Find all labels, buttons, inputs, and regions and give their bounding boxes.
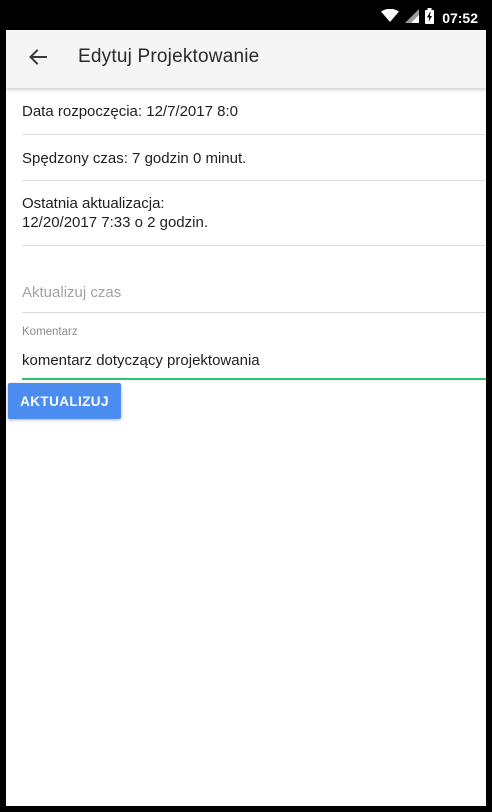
update-time-underline xyxy=(22,312,486,313)
back-button[interactable] xyxy=(24,45,52,73)
last-update-value: 12/20/2017 7:33 o 2 godzin. xyxy=(22,214,208,231)
status-icons: 07:52 xyxy=(381,6,478,30)
time-spent-row: Spędzony czas: 7 godzin 0 minut. xyxy=(22,135,486,181)
comment-underline xyxy=(22,378,486,380)
wifi-icon xyxy=(381,8,400,28)
comment-input[interactable]: komentarz dotyczący projektowania xyxy=(22,352,260,369)
arrow-left-icon xyxy=(28,47,48,72)
update-button[interactable]: AKTUALIZUJ xyxy=(8,383,121,419)
status-bar: 07:52 xyxy=(6,6,486,30)
start-date-text: Data rozpoczęcia: 12/7/2017 8:0 xyxy=(22,103,238,120)
last-update-label: Ostatnia aktualizacja: xyxy=(22,195,165,212)
update-time-input[interactable]: Aktualizuj czas xyxy=(22,284,121,301)
battery-charging-icon xyxy=(425,7,435,29)
phone-screen: 07:52 Edytuj Projektowanie Data rozpoczę… xyxy=(6,6,486,806)
signal-icon xyxy=(405,8,420,28)
last-update-row: Ostatnia aktualizacja: 12/20/2017 7:33 o… xyxy=(22,181,486,246)
status-time: 07:52 xyxy=(442,10,478,26)
start-date-row: Data rozpoczęcia: 12/7/2017 8:0 xyxy=(22,88,486,135)
time-spent-text: Spędzony czas: 7 godzin 0 minut. xyxy=(22,150,247,167)
page-title: Edytuj Projektowanie xyxy=(78,46,260,67)
app-bar: Edytuj Projektowanie xyxy=(6,30,486,88)
comment-label: Komentarz xyxy=(22,326,78,338)
